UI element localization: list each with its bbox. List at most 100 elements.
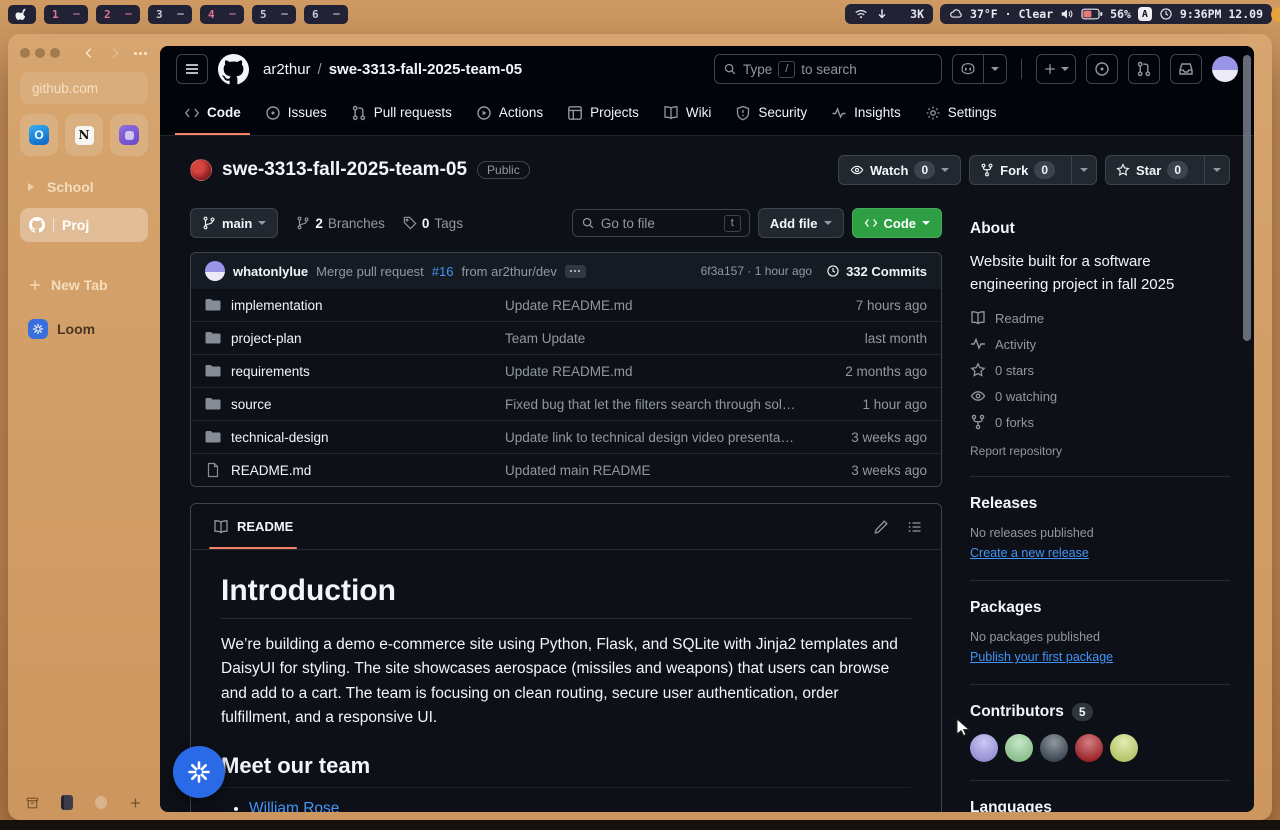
breadcrumb-owner[interactable]: ar2thur [263, 61, 311, 78]
commit-sha[interactable]: 6f3a157 [701, 264, 744, 278]
go-to-file-input[interactable]: Go to file t [571, 209, 750, 237]
network-status[interactable]: 3K [845, 4, 934, 24]
traffic-minimize-button[interactable] [35, 48, 45, 58]
file-name[interactable]: source [231, 397, 272, 412]
watch-button[interactable]: Watch 0 [837, 155, 962, 185]
notebook-icon[interactable] [60, 795, 74, 810]
tab-pull-requests[interactable]: Pull requests [342, 92, 461, 135]
more-menu-icon[interactable] [134, 51, 148, 55]
contributor-avatar[interactable] [1040, 734, 1068, 762]
tab-code[interactable]: Code [175, 92, 250, 135]
archive-box-icon[interactable] [26, 796, 39, 810]
traffic-zoom-button[interactable] [50, 48, 60, 58]
commit-expand-icon[interactable] [564, 264, 586, 278]
tab-wiki[interactable]: Wiki [654, 92, 721, 135]
create-release-link[interactable]: Create a new release [970, 546, 1089, 560]
repo-title[interactable]: swe-3313-fall-2025-team-05 [222, 159, 467, 181]
copilot-dropdown[interactable] [983, 55, 1006, 83]
tab-actions[interactable]: Actions [467, 92, 552, 135]
loom-record-button[interactable] [173, 746, 225, 798]
about-watching-link[interactable]: 0 watching [970, 388, 1230, 404]
file-commit-message[interactable]: Update link to technical design video pr… [505, 430, 809, 445]
pinned-app-notion[interactable]: N [65, 114, 103, 156]
pinned-app-outlook[interactable]: O [20, 114, 58, 156]
contributor-avatar[interactable] [1075, 734, 1103, 762]
workspace-2[interactable]: 2 [96, 4, 140, 24]
apple-menu[interactable] [8, 4, 36, 24]
about-stars-link[interactable]: 0 stars [970, 362, 1230, 378]
about-activity-link[interactable]: Activity [970, 336, 1230, 352]
workspace-5[interactable]: 5 [252, 4, 296, 24]
tab-issues[interactable]: Issues [256, 92, 336, 135]
commit-pr-link[interactable]: #16 [432, 264, 454, 279]
star-button[interactable]: Star 0 [1105, 155, 1230, 185]
user-avatar[interactable] [1212, 56, 1238, 82]
traffic-close-button[interactable] [20, 48, 30, 58]
workspace-3[interactable]: 3 [148, 4, 192, 24]
file-commit-time[interactable]: 3 weeks ago [809, 463, 927, 478]
file-commit-time[interactable]: 7 hours ago [809, 298, 927, 313]
tab-security[interactable]: Security [726, 92, 816, 135]
workspace-6[interactable]: 6 [304, 4, 348, 24]
file-name[interactable]: technical-design [231, 430, 329, 445]
list-outline-icon[interactable] [907, 519, 923, 535]
file-commit-time[interactable]: last month [809, 331, 927, 346]
file-name[interactable]: README.md [231, 463, 311, 478]
url-bar[interactable]: github.com [20, 72, 148, 104]
github-logo[interactable] [218, 53, 249, 85]
commit-message[interactable]: Merge pull request [316, 264, 424, 279]
file-commit-time[interactable]: 2 months ago [809, 364, 927, 379]
star-dropdown[interactable] [1204, 156, 1229, 184]
ghost-tab-icon[interactable] [95, 796, 108, 809]
new-tab-button[interactable]: New Tab [20, 270, 148, 300]
inbox-button[interactable] [1170, 54, 1202, 84]
publish-package-link[interactable]: Publish your first package [970, 650, 1113, 664]
create-new-button[interactable] [1036, 54, 1076, 84]
file-commit-message[interactable]: Update README.md [505, 364, 809, 379]
commit-author-avatar[interactable] [205, 261, 225, 281]
team-member-link[interactable]: William Rose [249, 800, 339, 812]
search-input[interactable]: Type / to search [714, 54, 942, 84]
pencil-icon[interactable] [873, 519, 889, 535]
sidebar-item-loom[interactable]: Loom [20, 314, 148, 344]
commit-author[interactable]: whatonlylue [233, 264, 308, 279]
fork-dropdown[interactable] [1071, 156, 1096, 184]
new-space-plus-icon[interactable] [129, 796, 142, 810]
status-cluster[interactable]: 37°F · Clear 56% A 9:36PM 12.09 [940, 4, 1272, 24]
code-button[interactable]: Code [851, 208, 942, 238]
file-name[interactable]: requirements [231, 364, 310, 379]
fork-button[interactable]: Fork 0 [969, 155, 1098, 185]
about-forks-link[interactable]: 0 forks [970, 414, 1230, 430]
contributor-avatar[interactable] [970, 734, 998, 762]
issues-button[interactable] [1086, 54, 1118, 84]
pull-requests-button[interactable] [1128, 54, 1160, 84]
commit-message-tail[interactable]: from ar2thur/dev [462, 264, 557, 279]
tab-insights[interactable]: Insights [822, 92, 910, 135]
file-name[interactable]: implementation [231, 298, 323, 313]
sidebar-tab-proj[interactable]: Proj [20, 208, 148, 242]
copilot-button[interactable] [952, 54, 1007, 84]
tags-link[interactable]: 0 Tags [403, 216, 463, 231]
branch-selector[interactable]: main [190, 208, 279, 238]
tab-projects[interactable]: Projects [558, 92, 648, 135]
workspace-1[interactable]: 1 [44, 4, 88, 24]
scrollbar[interactable] [1243, 55, 1251, 341]
file-name[interactable]: project-plan [231, 331, 302, 346]
tab-settings[interactable]: Settings [916, 92, 1006, 135]
readme-tab[interactable]: README [201, 504, 305, 549]
notification-bubble[interactable] [1271, 7, 1280, 22]
file-commit-message[interactable]: Fixed bug that let the filters search th… [505, 397, 809, 412]
about-readme-link[interactable]: Readme [970, 310, 1230, 326]
global-nav-menu-button[interactable] [176, 54, 208, 84]
workspace-4[interactable]: 4 [200, 4, 244, 24]
report-repository-link[interactable]: Report repository [970, 444, 1230, 458]
sidebar-folder-school[interactable]: School [20, 172, 148, 202]
back-icon[interactable] [82, 46, 96, 60]
contributor-avatar[interactable] [1005, 734, 1033, 762]
add-file-button[interactable]: Add file [757, 208, 844, 238]
contributor-avatar[interactable] [1110, 734, 1138, 762]
commit-history-link[interactable]: 332 Commits [826, 264, 927, 279]
branches-link[interactable]: 2 Branches [296, 216, 385, 231]
file-commit-time[interactable]: 3 weeks ago [809, 430, 927, 445]
file-commit-message[interactable]: Update README.md [505, 298, 809, 313]
